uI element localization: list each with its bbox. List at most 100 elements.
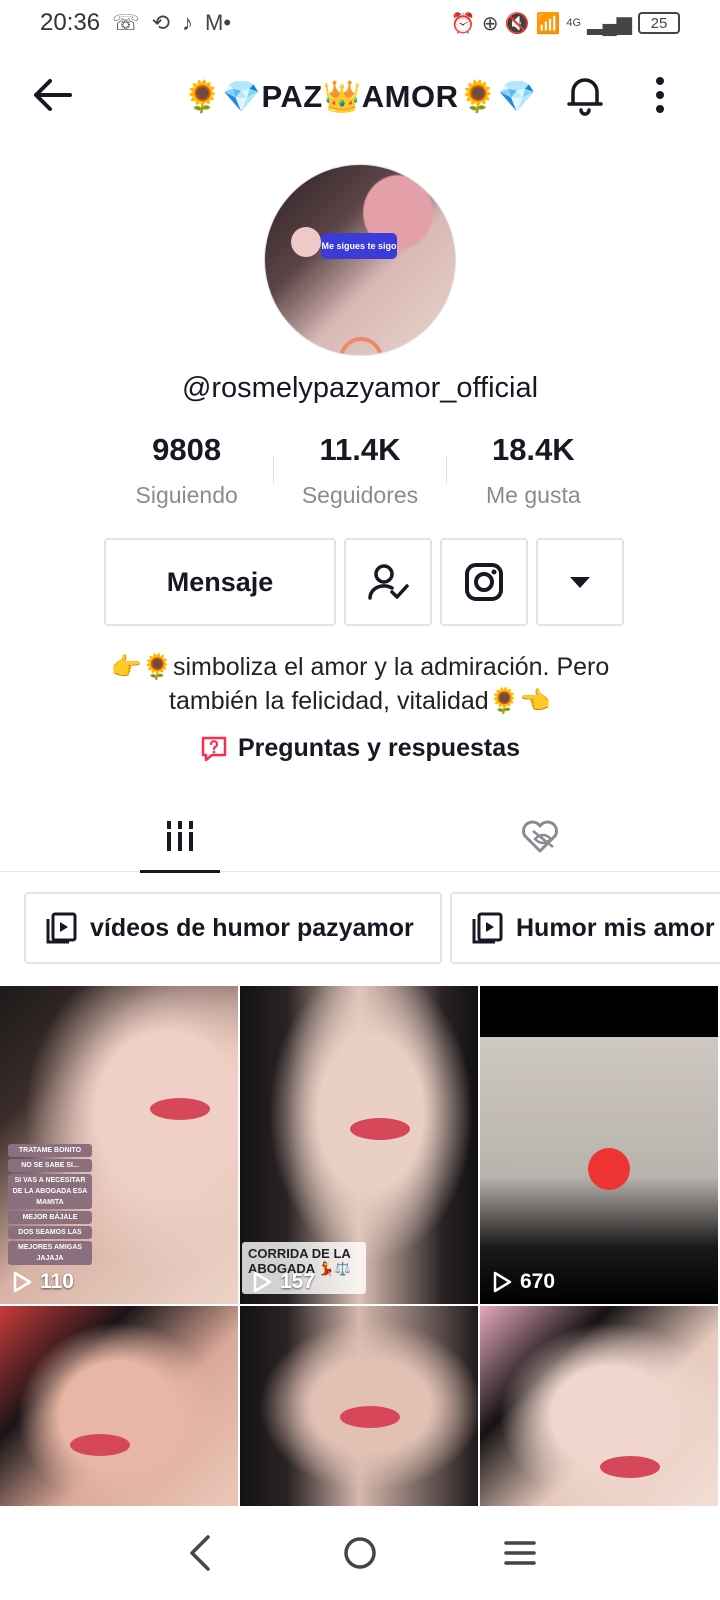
video-thumbnail[interactable]	[0, 1306, 238, 1506]
message-button[interactable]: Mensaje	[104, 538, 336, 626]
thumbnail-detail	[70, 1434, 130, 1456]
stat-value: 18.4K	[491, 432, 575, 467]
wifi-icon: 📶	[535, 12, 561, 35]
missed-call-icon: ☏	[112, 10, 140, 35]
video-thumbnail[interactable]: CORRIDA DE LA ABOGADA 💃⚖️ 157	[240, 986, 478, 1304]
system-nav-bar	[0, 1506, 720, 1600]
playlist-label: vídeos de humor pazyamor	[90, 913, 414, 942]
bio-line: también la felicidad, vitalidad🌻👈	[169, 687, 551, 715]
play-icon	[253, 1271, 272, 1293]
playlist-icon	[472, 912, 503, 944]
gmail-icon: M•	[205, 10, 232, 35]
video-thumbnail[interactable]: TRATAME BONITO NO SE SABE SI... SI VAS A…	[0, 986, 238, 1304]
active-tab-indicator	[140, 870, 220, 873]
stat-divider	[273, 456, 274, 484]
video-thumbnail[interactable]	[480, 1306, 718, 1506]
more-options-button[interactable]	[648, 72, 672, 118]
stat-value: 9808	[152, 432, 222, 467]
avatar-overlay-text: Me sigues te sigo	[321, 233, 397, 259]
video-grid: TRATAME BONITO NO SE SABE SI... SI VAS A…	[0, 986, 720, 1506]
alarm-icon: ⏰	[450, 12, 476, 35]
hidden-heart-icon	[522, 820, 558, 853]
video-overlay-text: TRATAME BONITO NO SE SABE SI... SI VAS A…	[8, 1142, 92, 1267]
username: @rosmelypazyamor_official	[181, 372, 539, 404]
qa-label: Preguntas y respuestas	[237, 734, 521, 762]
data-saver-icon: ⊕	[481, 12, 499, 35]
clock: 20:36	[40, 9, 101, 36]
video-thumbnail[interactable]	[240, 1306, 478, 1506]
tab-videos[interactable]	[140, 800, 220, 873]
overlay-line: MEJORES AMIGAS JAJAJA	[8, 1241, 92, 1265]
playlist-chip[interactable]: vídeos de humor pazyamor	[24, 892, 442, 964]
thumbnail-detail	[350, 1118, 410, 1140]
play-icon	[493, 1271, 512, 1293]
view-count: 110	[12, 1270, 74, 1294]
question-message-icon	[201, 736, 227, 761]
bio-line: 👉🌻simboliza el amor y la admiración. Per…	[110, 653, 610, 681]
profile-stats: 9808 Siguiendo 11.4K Seguidores 18.4K Me…	[100, 432, 620, 512]
stat-following[interactable]: 9808 Siguiendo	[100, 432, 273, 512]
more-vertical-icon	[656, 77, 664, 113]
playlist-chip[interactable]: Humor mis amor	[450, 892, 720, 964]
nav-back-icon	[190, 1535, 210, 1571]
video-thumbnail[interactable]: 670	[480, 986, 718, 1304]
stat-divider	[446, 456, 447, 484]
instagram-icon	[465, 563, 503, 601]
view-count-value: 110	[40, 1270, 74, 1293]
caret-down-icon	[570, 577, 590, 588]
playlist-label: Humor mis amor	[516, 913, 715, 942]
nav-menu-icon	[504, 1541, 536, 1565]
overlay-line: DOS SEAMOS LAS	[8, 1226, 92, 1239]
grid-icon	[163, 821, 197, 851]
play-icon	[13, 1271, 32, 1293]
profile-tabs	[0, 800, 720, 873]
qa-link[interactable]: Preguntas y respuestas	[0, 734, 720, 763]
profile-header: 🌻💎PAZ👑AMOR🌻💎	[0, 60, 720, 130]
thumbnail-detail	[588, 1148, 630, 1190]
nav-recents-button[interactable]	[496, 1529, 544, 1577]
view-count-value: 670	[520, 1270, 556, 1293]
nav-home-icon	[344, 1537, 376, 1569]
back-arrow-icon	[34, 79, 72, 111]
user-check-icon	[368, 564, 409, 600]
avatar-notification-dot	[291, 227, 321, 257]
tiktok-notification-icon: ♪	[182, 10, 194, 35]
more-actions-button[interactable]	[536, 538, 624, 626]
view-count: 157	[252, 1270, 315, 1294]
playlist-icon	[46, 912, 77, 944]
status-bar: 20:36 ☏ ⟲ ♪ M• ⏰ ⊕ 🔇 📶 4G ▂▄▆ 25	[0, 0, 720, 46]
nav-back-button[interactable]	[176, 1529, 224, 1577]
stat-label: Seguidores	[301, 482, 419, 508]
battery-indicator: 25	[638, 12, 680, 34]
avatar-ring	[339, 337, 383, 355]
instagram-link-button[interactable]	[440, 538, 528, 626]
overlay-line: SI VAS A NECESITAR DE LA ABOGADA ESA MAM…	[8, 1174, 92, 1209]
overlay-line: NO SE SABE SI...	[8, 1159, 92, 1172]
thumbnail-detail	[600, 1456, 660, 1478]
network-type: 4G	[566, 17, 582, 29]
bell-icon	[567, 78, 603, 116]
signal-icon: ▂▄▆	[587, 12, 632, 35]
tab-liked-private[interactable]	[500, 800, 580, 872]
view-count: 670	[492, 1270, 555, 1294]
thumbnail-detail	[150, 1098, 210, 1120]
playlist-strip: vídeos de humor pazyamor Humor mis amor	[24, 892, 720, 964]
page-title: 🌻💎PAZ👑AMOR🌻💎	[183, 79, 537, 114]
view-count-value: 157	[280, 1270, 316, 1293]
avatar[interactable]: Me sigues te sigo	[264, 164, 456, 356]
stat-value: 11.4K	[319, 432, 401, 467]
following-button[interactable]	[344, 538, 432, 626]
overlay-line: MEJOR BÁJALE	[8, 1211, 92, 1224]
sync-icon: ⟲	[151, 10, 171, 35]
back-button[interactable]	[30, 74, 76, 116]
thumbnail-detail	[340, 1406, 400, 1428]
notifications-button[interactable]	[562, 72, 608, 118]
stat-likes[interactable]: 18.4K Me gusta	[447, 432, 620, 512]
nav-home-button[interactable]	[336, 1529, 384, 1577]
stat-followers[interactable]: 11.4K Seguidores	[273, 432, 446, 512]
mute-icon: 🔇	[504, 12, 530, 35]
stat-label: Siguiendo	[135, 482, 238, 508]
profile-bio: 👉🌻simboliza el amor y la admiración. Per…	[60, 650, 660, 718]
stat-label: Me gusta	[486, 482, 581, 508]
overlay-line: TRATAME BONITO	[8, 1144, 92, 1157]
